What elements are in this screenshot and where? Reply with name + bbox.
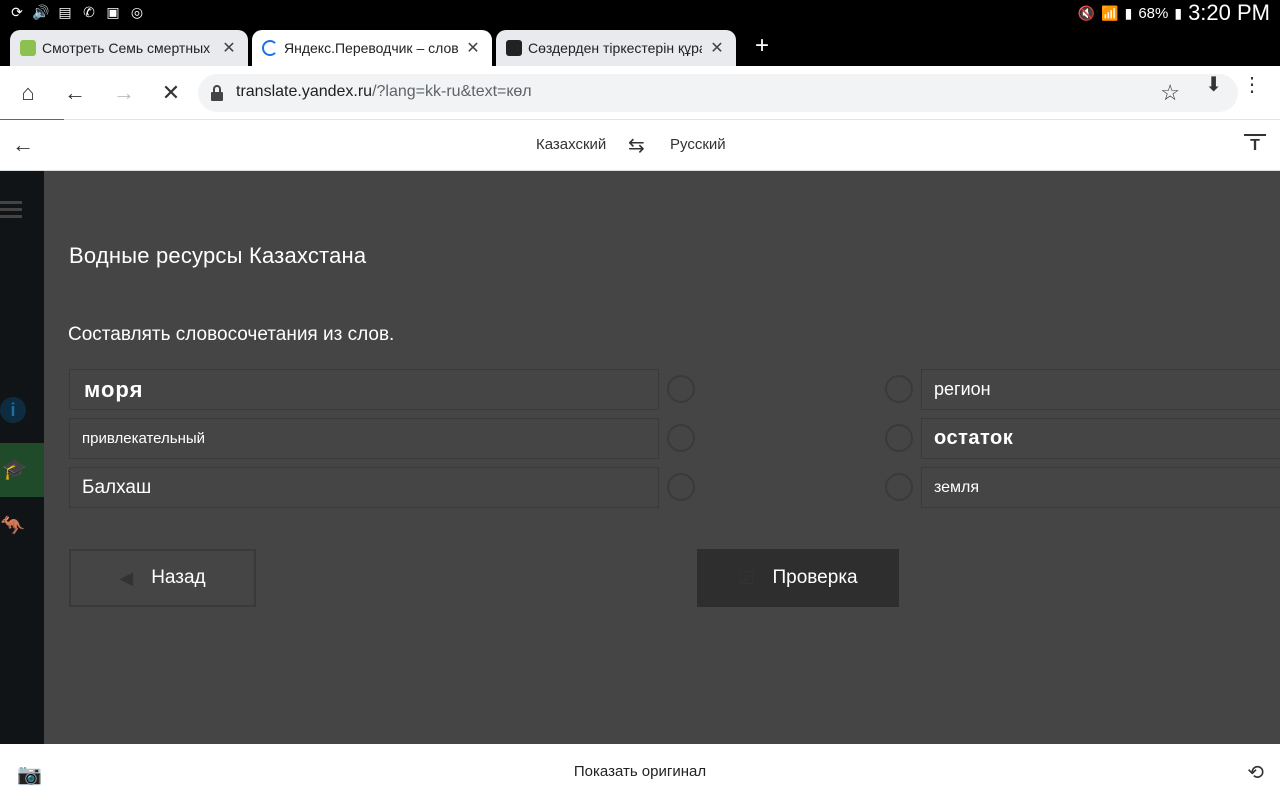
- graduation-cap-icon[interactable]: 🎓: [0, 443, 44, 497]
- sync-icon: ⟳: [11, 4, 23, 20]
- right-connector-radio[interactable]: [885, 473, 913, 501]
- chrome-icon: ◎: [130, 4, 144, 20]
- swap-languages-icon[interactable]: ⇆: [628, 133, 645, 158]
- tab-strip: Смотреть Семь смертных г ✕ Яндекс.Перево…: [0, 26, 1280, 66]
- source-language[interactable]: Казахский: [536, 136, 606, 153]
- right-connector-radio[interactable]: [885, 375, 913, 403]
- left-word-box[interactable]: моря: [69, 369, 659, 410]
- instruction-text: Составлять словосочетания из слов.: [68, 324, 395, 345]
- stop-loading-icon[interactable]: ✕: [158, 80, 184, 106]
- close-tab-icon[interactable]: ✕: [464, 38, 482, 58]
- clock: 3:20 PM: [1188, 0, 1270, 25]
- page-content: i 🎓 🦘 Водные ресурсы Казахстана Составля…: [0, 171, 1280, 744]
- status-bar: ⟳ 🔊 ▤ ✆ ▣ ◎ 🔇 📶 ▮ 68% ▮ 3:20 PM: [0, 0, 1280, 26]
- left-connector-radio[interactable]: [667, 424, 695, 452]
- right-word-box[interactable]: регион: [921, 369, 1280, 410]
- close-tab-icon[interactable]: ✕: [220, 38, 238, 58]
- left-word: привлекательный: [82, 430, 206, 447]
- tab-3[interactable]: Сөздерден тіркестерін құра ✕: [496, 30, 736, 66]
- menu-icon[interactable]: [0, 197, 22, 221]
- home-icon[interactable]: ⌂: [15, 80, 41, 106]
- target-language[interactable]: Русский: [670, 136, 726, 153]
- check-button[interactable]: ☑ Проверка: [697, 549, 899, 607]
- show-original-link[interactable]: Показать оригинал: [0, 763, 1280, 780]
- arrow-left-icon: ◀: [119, 567, 134, 588]
- bottom-bar: 📷 Показать оригинал ⟲: [0, 744, 1280, 800]
- left-rail: i 🎓 🦘: [0, 171, 44, 744]
- right-connector-radio[interactable]: [885, 424, 913, 452]
- signal-icon: ▮: [1124, 4, 1133, 21]
- url-host: translate.yandex.ru: [236, 83, 373, 100]
- url-path: /?lang=kk-ru&text=көл: [372, 83, 532, 100]
- right-word: регион: [934, 379, 991, 399]
- left-word-box[interactable]: Балхаш: [69, 467, 659, 508]
- left-word: Балхаш: [82, 476, 152, 498]
- battery-percent: 68%: [1138, 4, 1169, 22]
- more-menu-icon[interactable]: ⋮: [1242, 72, 1262, 97]
- volume-icon: 🔊: [32, 4, 50, 20]
- check-button-label: Проверка: [772, 567, 858, 588]
- url-text: translate.yandex.ru/?lang=kk-ru&text=көл: [236, 83, 532, 101]
- notification-icons: ⟳ 🔊 ▤ ✆ ▣ ◎: [8, 3, 146, 21]
- checkbox-icon: ☑: [738, 567, 755, 588]
- address-bar[interactable]: translate.yandex.ru/?lang=kk-ru&text=көл…: [198, 74, 1238, 112]
- left-word-box[interactable]: привлекательный: [69, 418, 659, 459]
- tab-favicon-icon: [20, 40, 36, 56]
- right-word: остаток: [934, 427, 1014, 449]
- page-title: Водные ресурсы Казахстана: [69, 243, 367, 268]
- loading-spinner-icon: [262, 40, 278, 56]
- forward-icon[interactable]: →: [111, 80, 137, 106]
- tab-title: Сөздерден тіркестерін құра: [528, 40, 702, 56]
- left-word: моря: [84, 376, 144, 402]
- wifi-icon: 📶: [1101, 4, 1119, 21]
- left-connector-radio[interactable]: [667, 375, 695, 403]
- tab-title: Смотреть Семь смертных г: [42, 40, 214, 56]
- text-mode-icon[interactable]: T: [1244, 134, 1266, 156]
- translate-bar: ← Казахский ⇆ Русский T: [0, 120, 1280, 171]
- download-icon[interactable]: ⬇: [1205, 72, 1222, 97]
- rotate-icon[interactable]: ⟲: [1247, 760, 1264, 785]
- bookmark-star-icon[interactable]: ☆: [1160, 80, 1180, 106]
- translate-back-icon[interactable]: ←: [12, 132, 34, 158]
- gallery-icon: ▣: [106, 4, 120, 20]
- mute-icon: 🔇: [1077, 4, 1096, 21]
- tab-1[interactable]: Смотреть Семь смертных г ✕: [10, 30, 248, 66]
- battery-icon: ▮: [1174, 4, 1183, 21]
- browser-toolbar: ⌂ ← → ✕ translate.yandex.ru/?lang=kk-ru&…: [0, 66, 1280, 122]
- right-word-box[interactable]: земля: [921, 467, 1280, 508]
- tab-title: Яндекс.Переводчик – слов: [284, 40, 458, 56]
- left-connector-radio[interactable]: [667, 473, 695, 501]
- close-tab-icon[interactable]: ✕: [708, 38, 726, 58]
- tab-favicon-icon: [506, 40, 522, 56]
- tab-2[interactable]: Яндекс.Переводчик – слов ✕: [252, 30, 492, 66]
- back-button[interactable]: ◀ Назад: [69, 549, 256, 607]
- new-tab-button[interactable]: +: [750, 34, 774, 58]
- data-saver-icon: ▤: [58, 4, 72, 20]
- back-icon[interactable]: ←: [62, 80, 88, 106]
- right-word: земля: [934, 478, 980, 496]
- lock-icon: [211, 85, 223, 101]
- right-word-box[interactable]: остаток: [921, 418, 1280, 459]
- back-button-label: Назад: [151, 567, 206, 588]
- info-icon[interactable]: i: [0, 397, 26, 423]
- kangaroo-icon[interactable]: 🦘: [0, 513, 26, 539]
- whatsapp-icon: ✆: [83, 4, 95, 20]
